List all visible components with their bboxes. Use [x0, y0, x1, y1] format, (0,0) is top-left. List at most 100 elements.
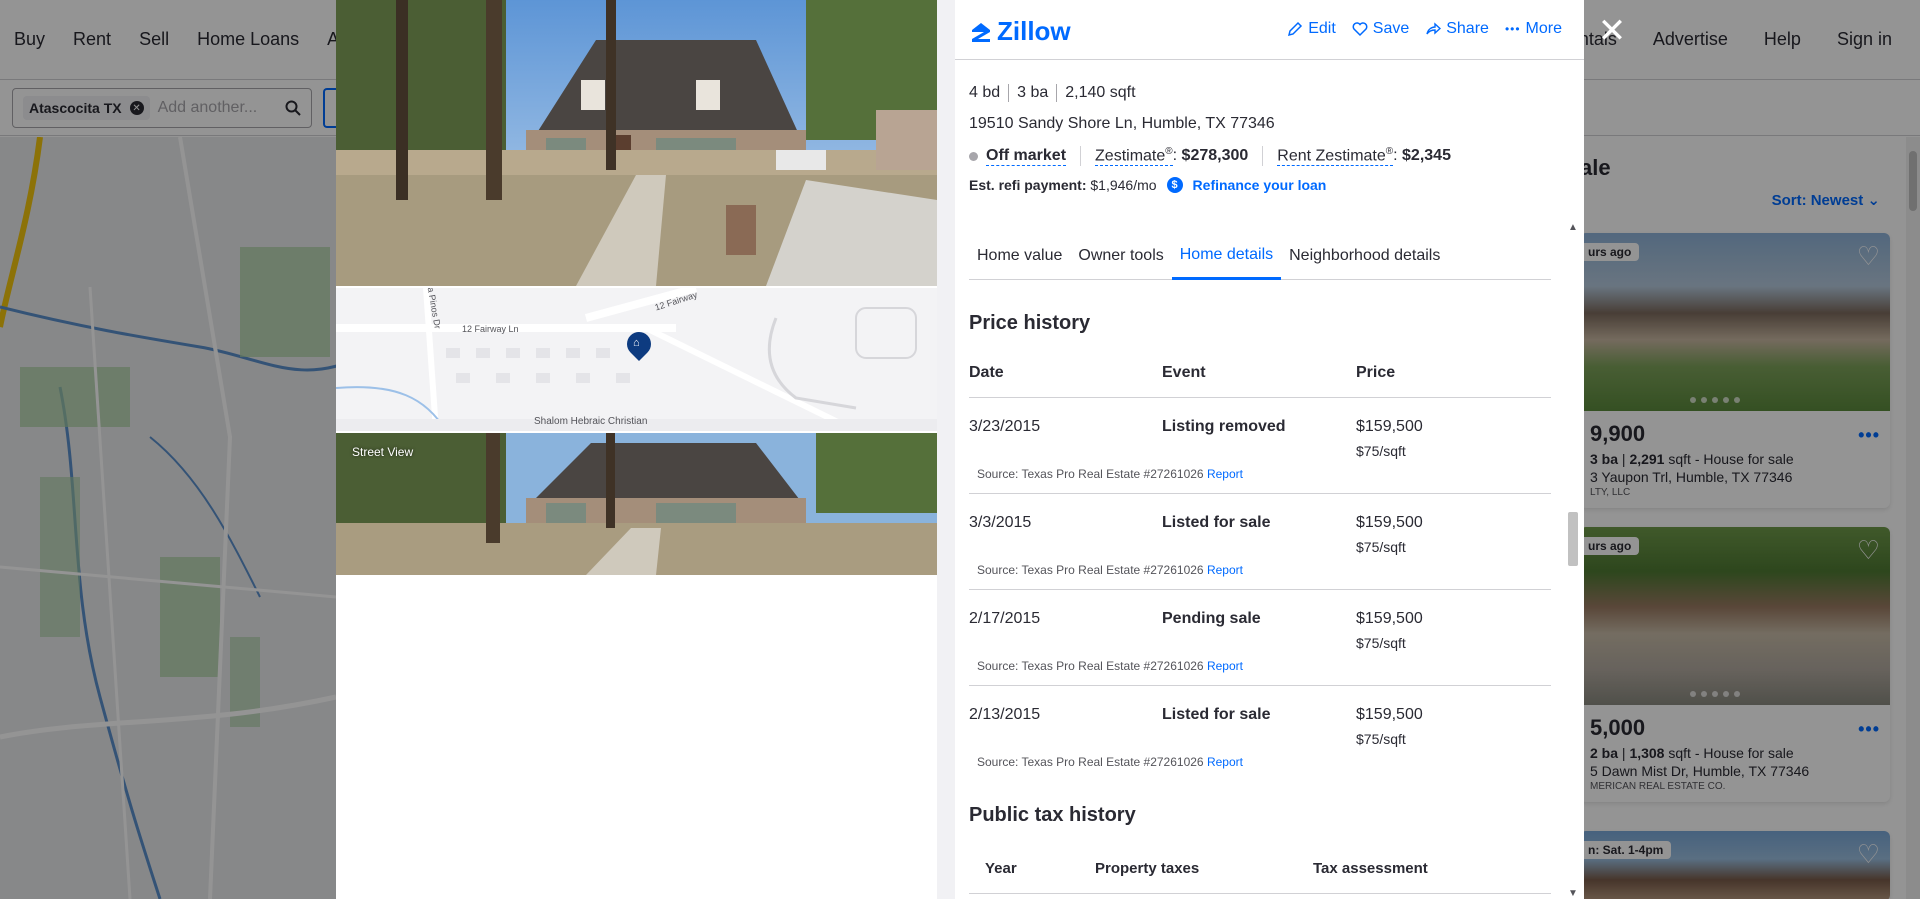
price-history-row: 2/17/2015 Pending sale $159,500 $75/sqft…	[969, 590, 1551, 686]
facts-separator	[1056, 84, 1058, 102]
detail-tabs: Home value Owner tools Home details Neig…	[969, 232, 1551, 280]
more-button[interactable]: ••• More	[1505, 20, 1562, 38]
row-event: Listed for sale	[1162, 706, 1271, 723]
home-facts: 4 bd 3 ba 2,140 sqft	[969, 84, 1559, 102]
price-history-header: Date Event Price	[969, 364, 1551, 398]
tax-history-header: Year Property taxes Tax assessment	[969, 860, 1551, 894]
tab-home-details[interactable]: Home details	[1171, 232, 1282, 280]
share-label: Share	[1446, 20, 1489, 37]
media-column: 12 Fairway Ln 12 Fairway la Pinos Dr Sha…	[336, 0, 937, 899]
map-street-label: 12 Fairway Ln	[462, 324, 519, 334]
row-source-text: Source: Texas Pro Real Estate #27261026	[977, 659, 1204, 673]
street-view-photo[interactable]: Street View	[336, 433, 937, 575]
row-price: $159,500	[1356, 514, 1423, 531]
zillow-logo[interactable]: Zillow	[969, 16, 1071, 47]
report-link[interactable]: Report	[1207, 563, 1243, 577]
save-button[interactable]: Save	[1352, 20, 1409, 38]
row-source: Source: Texas Pro Real Estate #27261026 …	[977, 755, 1243, 769]
rent-zestimate-link[interactable]: Rent Zestimate®	[1277, 146, 1394, 167]
row-date: 2/13/2015	[969, 706, 1041, 723]
home-details-modal: 12 Fairway Ln 12 Fairway la Pinos Dr Sha…	[336, 0, 1584, 899]
row-event: Listed for sale	[1162, 514, 1271, 531]
home-icon: ⌂	[633, 337, 640, 349]
row-source-text: Source: Texas Pro Real Estate #27261026	[977, 467, 1204, 481]
tab-neighborhood-details[interactable]: Neighborhood details	[1281, 232, 1448, 279]
row-price: $159,500	[1356, 610, 1423, 627]
details-scrollbar-thumb[interactable]	[1568, 512, 1578, 566]
price-history-title: Price history	[969, 312, 1091, 334]
col-tax-assessment: Tax assessment	[1313, 860, 1428, 877]
home-address: 19510 Sandy Shore Ln, Humble, TX 77346	[969, 115, 1275, 132]
heart-icon	[1352, 22, 1368, 37]
scroll-up-icon[interactable]: ▲	[1568, 222, 1578, 233]
more-label: More	[1525, 20, 1562, 37]
row-source-text: Source: Texas Pro Real Estate #27261026	[977, 563, 1204, 577]
col-price: Price	[1356, 364, 1396, 381]
row-price-per-sqft: $75/sqft	[1356, 731, 1406, 747]
col-property-taxes: Property taxes	[1095, 860, 1200, 877]
house-photo-graphic	[336, 0, 937, 286]
row-date: 2/17/2015	[969, 610, 1041, 627]
tab-home-value[interactable]: Home value	[969, 232, 1070, 279]
report-link[interactable]: Report	[1207, 659, 1243, 673]
street-view-label: Street View	[352, 445, 414, 459]
report-link[interactable]: Report	[1207, 467, 1243, 481]
details-column: Zillow Edit Save Share ••• More 4 bd 3 b…	[955, 0, 1584, 899]
row-source-text: Source: Texas Pro Real Estate #27261026	[977, 755, 1204, 769]
more-dots-icon: •••	[1504, 22, 1521, 36]
row-price: $159,500	[1356, 418, 1423, 435]
home-photo[interactable]	[336, 0, 937, 286]
tab-owner-tools[interactable]: Owner tools	[1070, 232, 1171, 279]
details-scroll-area[interactable]: Price history Date Event Price 3/23/2015…	[969, 282, 1551, 899]
refi-row: Est. refi payment: $1,946/mo $ Refinance…	[969, 177, 1559, 194]
facts-separator	[1008, 84, 1010, 102]
beds-count: 4 bd	[969, 84, 1001, 101]
location-map-graphic	[336, 288, 937, 431]
col-year: Year	[985, 860, 1017, 877]
zestimate-label: Zestimate	[1095, 147, 1166, 165]
details-scrollbar[interactable]: ▲ ▼	[1566, 222, 1580, 899]
location-map[interactable]: 12 Fairway Ln 12 Fairway la Pinos Dr Sha…	[336, 288, 937, 431]
row-event: Pending sale	[1162, 610, 1261, 627]
status-separator	[1262, 146, 1264, 167]
pencil-icon	[1288, 21, 1303, 37]
row-price-per-sqft: $75/sqft	[1356, 443, 1406, 459]
col-event: Event	[1162, 364, 1206, 381]
refinance-link[interactable]: Refinance your loan	[1193, 177, 1327, 193]
share-button[interactable]: Share	[1425, 20, 1489, 38]
status-row: Off market Zestimate®: $278,300 Rent Zes…	[969, 146, 1559, 167]
zestimate-link[interactable]: Zestimate®	[1095, 146, 1173, 167]
save-label: Save	[1372, 20, 1410, 37]
row-price-per-sqft: $75/sqft	[1356, 539, 1406, 555]
dollar-icon: $	[1166, 177, 1183, 194]
col-date: Date	[969, 364, 1004, 381]
row-source: Source: Texas Pro Real Estate #27261026 …	[977, 467, 1243, 481]
price-history-row: 2/13/2015 Listed for sale $159,500 $75/s…	[969, 686, 1551, 782]
price-history-row: 3/23/2015 Listing removed $159,500 $75/s…	[969, 398, 1551, 494]
rent-zestimate-value: $2,345	[1402, 147, 1451, 165]
edit-button[interactable]: Edit	[1287, 20, 1336, 38]
row-source: Source: Texas Pro Real Estate #27261026 …	[977, 563, 1243, 577]
status-dot-icon	[969, 151, 978, 161]
zillow-logo-icon	[972, 22, 990, 42]
share-icon	[1426, 22, 1442, 35]
street-view-graphic	[336, 433, 937, 575]
row-date: 3/3/2015	[969, 514, 1032, 531]
column-divider	[937, 0, 955, 899]
sqft-count: 2,140 sqft	[1065, 84, 1136, 101]
report-link[interactable]: Report	[1207, 755, 1243, 769]
baths-count: 3 ba	[1017, 84, 1049, 101]
tax-history-title: Public tax history	[969, 804, 1136, 826]
header-actions: Edit Save Share ••• More	[1287, 20, 1562, 38]
rent-zestimate-label: Rent Zestimate	[1277, 147, 1386, 165]
status-label[interactable]: Off market	[986, 147, 1067, 166]
edit-label: Edit	[1308, 20, 1336, 37]
status-separator	[1080, 146, 1082, 167]
scroll-down-icon[interactable]: ▼	[1568, 888, 1578, 899]
home-summary: 4 bd 3 ba 2,140 sqft 19510 Sandy Shore L…	[969, 84, 1559, 194]
row-date: 3/23/2015	[969, 418, 1041, 435]
price-history-row: 3/3/2015 Listed for sale $159,500 $75/sq…	[969, 494, 1551, 590]
registered-mark: ®	[1165, 146, 1173, 157]
close-icon[interactable]: ✕	[1594, 14, 1630, 50]
zillow-logo-text: Zillow	[997, 16, 1071, 46]
